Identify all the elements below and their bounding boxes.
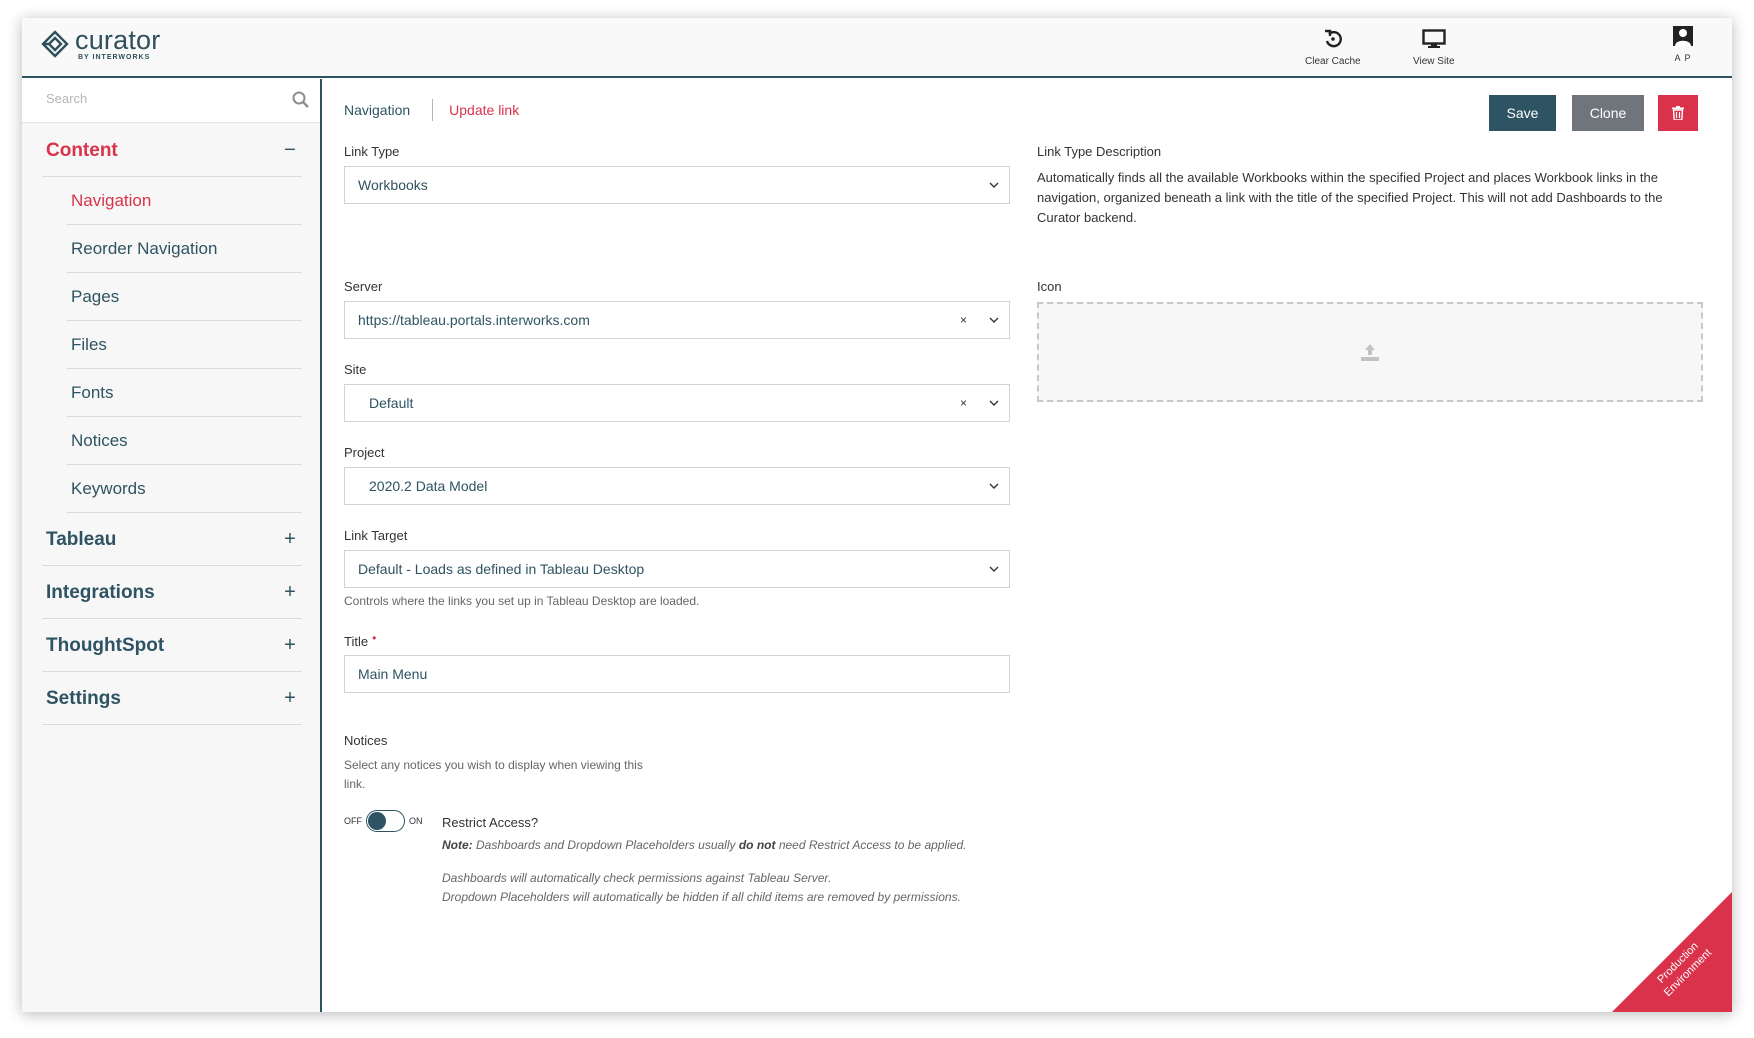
restrict-access-title: Restrict Access? xyxy=(442,815,539,830)
link-type-label: Link Type xyxy=(344,144,400,159)
sidebar-section-thoughtspot[interactable]: ThoughtSpot + xyxy=(42,620,302,672)
chevron-down-icon xyxy=(979,317,1009,323)
notices-help-line1: Select any notices you wish to display w… xyxy=(344,758,643,772)
monitor-icon xyxy=(1422,29,1446,48)
sidebar-item-pages[interactable]: Pages xyxy=(67,273,302,321)
toggle-off-label: OFF xyxy=(344,816,362,826)
sidebar-item-files[interactable]: Files xyxy=(67,321,302,369)
trash-icon xyxy=(1672,106,1684,120)
sidebar-item-notices[interactable]: Notices xyxy=(67,417,302,465)
required-indicator: • xyxy=(372,631,377,645)
link-type-description-text: Automatically finds all the available Wo… xyxy=(1037,170,1663,225)
search-icon[interactable] xyxy=(292,91,309,108)
user-avatar-icon xyxy=(1673,26,1693,46)
server-select[interactable]: https://tableau.portals.interworks.com × xyxy=(344,301,1010,339)
notices-label: Notices xyxy=(344,733,388,748)
sidebar-item-keywords[interactable]: Keywords xyxy=(67,465,302,513)
toggle-on-label: ON xyxy=(409,816,423,826)
note-line-3: Dropdown Placeholders will automatically… xyxy=(442,890,961,904)
view-site-label: View Site xyxy=(1413,56,1455,67)
curator-logo[interactable]: curator BY INTERWORKS xyxy=(40,27,160,61)
restrict-access-note: Note: Dashboards and Dropdown Placeholde… xyxy=(442,836,1042,907)
top-bar: curator BY INTERWORKS Clear Cache View S… xyxy=(22,18,1732,78)
toggle-knob xyxy=(368,812,386,830)
title-label-text: Title xyxy=(344,634,369,649)
save-button[interactable]: Save xyxy=(1489,95,1556,131)
site-label: Site xyxy=(344,362,367,377)
chevron-down-icon xyxy=(979,400,1009,406)
section-label: ThoughtSpot xyxy=(46,634,165,656)
logo-byline: BY INTERWORKS xyxy=(78,54,151,61)
link-target-value: Default - Loads as defined in Tableau De… xyxy=(358,561,645,577)
user-menu[interactable]: A P xyxy=(1672,23,1694,63)
sidebar-item-reorder-navigation[interactable]: Reorder Navigation xyxy=(67,225,302,273)
sidebar: Content − Navigation Reorder Navigation … xyxy=(22,79,322,1012)
delete-button[interactable] xyxy=(1658,95,1698,131)
title-label: Title • xyxy=(344,631,377,649)
toggle-switch[interactable] xyxy=(366,810,405,832)
project-value: 2020.2 Data Model xyxy=(369,478,488,494)
sidebar-section-settings[interactable]: Settings + xyxy=(42,673,302,725)
section-label: Content xyxy=(46,139,118,161)
collapse-icon[interactable]: − xyxy=(282,139,298,162)
clone-button[interactable]: Clone xyxy=(1572,95,1644,131)
site-select[interactable]: Default × xyxy=(344,384,1010,422)
link-type-description-label: Link Type Description xyxy=(1037,144,1162,159)
clear-cache-label: Clear Cache xyxy=(1305,56,1361,67)
server-label: Server xyxy=(344,279,383,294)
user-initials: A P xyxy=(1674,53,1692,63)
expand-icon[interactable]: + xyxy=(282,687,298,710)
breadcrumb: Navigation Update link xyxy=(344,99,519,121)
breadcrumb-divider xyxy=(432,99,434,121)
icon-upload-dropzone[interactable] xyxy=(1037,302,1703,402)
curator-logo-icon xyxy=(41,30,69,58)
notices-help-line2: link. xyxy=(344,777,366,791)
note-prefix: Note: xyxy=(442,838,473,852)
upload-icon xyxy=(1361,344,1379,361)
app-window: curator BY INTERWORKS Clear Cache View S… xyxy=(22,18,1732,1012)
logo-wordmark: curator xyxy=(75,25,161,55)
note-text-1: Dashboards and Dropdown Placeholders usu… xyxy=(472,838,739,852)
link-type-value: Workbooks xyxy=(358,177,428,193)
sidebar-section-tableau[interactable]: Tableau + xyxy=(42,514,302,566)
restrict-access-toggle[interactable]: OFF ON xyxy=(344,810,423,832)
view-site-button[interactable]: View Site xyxy=(1413,26,1455,67)
expand-icon[interactable]: + xyxy=(282,528,298,551)
breadcrumb-navigation-link[interactable]: Navigation xyxy=(344,102,410,118)
production-environment-ribbon: Production Environment xyxy=(1612,892,1732,1012)
expand-icon[interactable]: + xyxy=(282,634,298,657)
site-value: Default xyxy=(369,395,414,411)
project-select[interactable]: 2020.2 Data Model xyxy=(344,467,1010,505)
sidebar-item-fonts[interactable]: Fonts xyxy=(67,369,302,417)
sidebar-section-integrations[interactable]: Integrations + xyxy=(42,567,302,619)
link-target-select[interactable]: Default - Loads as defined in Tableau De… xyxy=(344,550,1010,588)
breadcrumb-current: Update link xyxy=(449,102,520,118)
chevron-down-icon xyxy=(979,182,1009,188)
sidebar-item-navigation[interactable]: Navigation xyxy=(67,177,302,225)
server-value: https://tableau.portals.interworks.com xyxy=(358,312,590,328)
expand-icon[interactable]: + xyxy=(282,581,298,604)
clear-server-icon[interactable]: × xyxy=(960,313,967,327)
link-target-help: Controls where the links you set up in T… xyxy=(344,594,700,608)
project-label: Project xyxy=(344,445,385,460)
search-input[interactable] xyxy=(46,91,266,106)
sidebar-search xyxy=(22,79,320,123)
note-emphasis: do not xyxy=(738,838,776,852)
clear-cache-button[interactable]: Clear Cache xyxy=(1305,26,1361,67)
section-label: Settings xyxy=(46,687,121,709)
main-content: Navigation Update link Save Clone Link T… xyxy=(324,79,1732,1012)
clear-site-icon[interactable]: × xyxy=(960,396,967,410)
note-line-2: Dashboards will automatically check perm… xyxy=(442,871,832,885)
section-label: Tableau xyxy=(46,528,117,550)
refresh-icon xyxy=(1324,29,1342,48)
link-type-select[interactable]: Workbooks xyxy=(344,166,1010,204)
note-text-2: need Restrict Access to be applied. xyxy=(775,838,967,852)
link-target-label: Link Target xyxy=(344,528,408,543)
title-input[interactable] xyxy=(344,655,1010,693)
icon-field-label: Icon xyxy=(1037,279,1062,294)
section-label: Integrations xyxy=(46,581,155,603)
sidebar-section-content[interactable]: Content − xyxy=(42,125,302,177)
chevron-down-icon xyxy=(979,566,1009,572)
chevron-down-icon xyxy=(979,483,1009,489)
